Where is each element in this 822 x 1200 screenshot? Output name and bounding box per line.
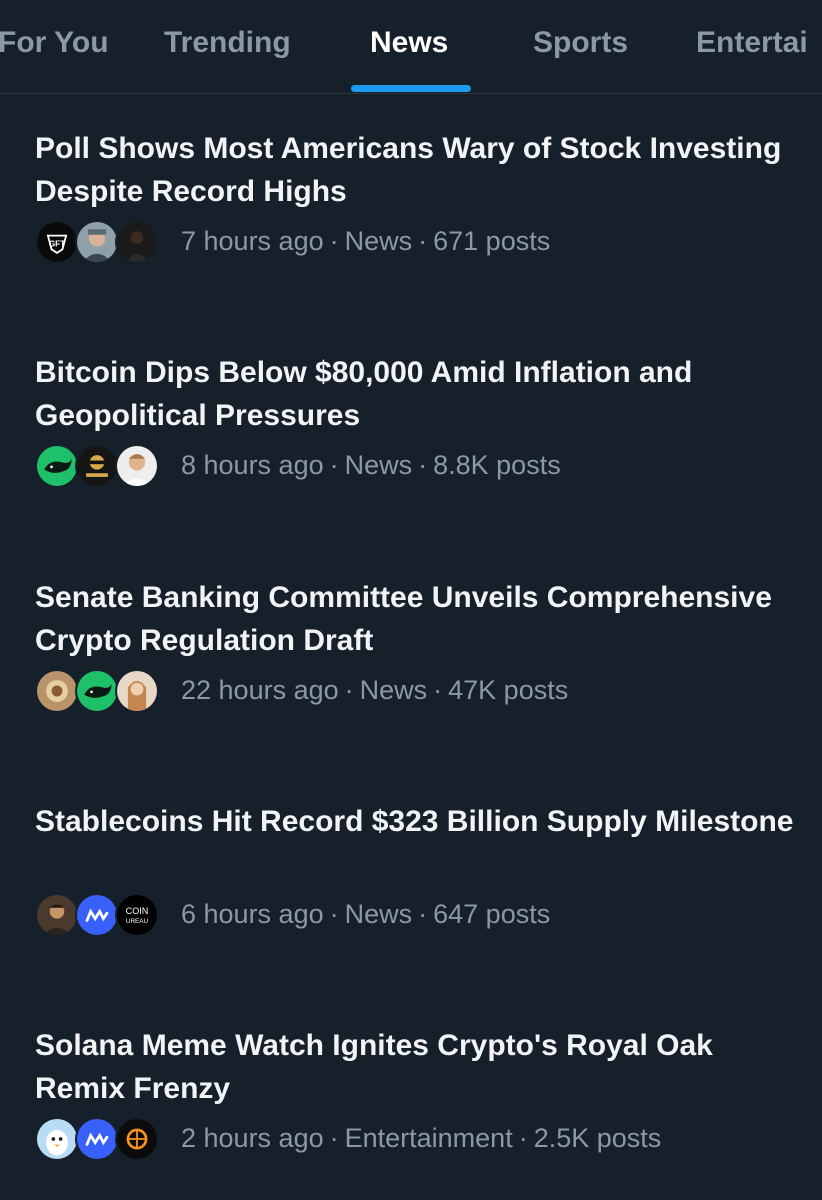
top-tab-bar: For You Trending News Sports Entertai [0, 0, 822, 94]
coinmarketcap-avatar [75, 893, 119, 937]
story-post-count: 2.5K posts [533, 1123, 662, 1153]
story-category: News [344, 899, 413, 929]
penguin-avatar [35, 1117, 79, 1161]
story-category: News [344, 226, 413, 256]
story-meta-text: 8 hours ago · News · 8.8K posts [181, 450, 561, 480]
story-time: 2 hours ago [181, 1123, 324, 1153]
story-headline: Poll Shows Most Americans Wary of Stock … [35, 132, 782, 208]
story-time: 7 hours ago [181, 226, 324, 256]
story-post-count: 671 posts [433, 226, 551, 256]
story-category: News [344, 450, 413, 480]
story-time: 6 hours ago [181, 899, 324, 929]
whale-green-avatar [35, 444, 79, 488]
avatar-stack [35, 1115, 165, 1163]
person-avatar [115, 669, 159, 713]
story-time: 8 hours ago [181, 450, 324, 480]
story-meta-text: 7 hours ago · News · 671 posts [181, 226, 551, 256]
person-avatar [35, 893, 79, 937]
gft-logo-text: GFT [49, 240, 65, 249]
tab-entertainment[interactable]: Entertai [696, 26, 808, 66]
story-meta: GFT 7 hours ago · News · 671 posts [35, 218, 550, 266]
active-tab-indicator [351, 85, 471, 92]
avatar-stack: COIN UREAU [35, 891, 165, 939]
story-meta: COIN UREAU 6 hours ago · News · 647 posts [35, 891, 550, 939]
person-dark-avatar [115, 220, 159, 264]
avatar-stack: GFT [35, 218, 165, 266]
coin-bureau-logo-line2: UREAU [126, 918, 149, 925]
tab-trending[interactable]: Trending [164, 26, 291, 66]
story-meta: 22 hours ago · News · 47K posts [35, 667, 568, 715]
story-meta: 8 hours ago · News · 8.8K posts [35, 442, 561, 490]
story-category: News [359, 675, 428, 705]
story-headline: Bitcoin Dips Below $80,000 Amid Inflatio… [35, 356, 693, 432]
story-headline: Senate Banking Committee Unveils Compreh… [35, 581, 772, 657]
story-headline: Stablecoins Hit Record $323 Billion Supp… [35, 805, 794, 838]
coin-bureau-logo-line1: COIN [126, 906, 149, 916]
news-story[interactable]: Poll Shows Most Americans Wary of Stock … [0, 100, 822, 324]
tab-news[interactable]: News [370, 26, 448, 66]
dark-logo-avatar [115, 1117, 159, 1161]
cartoon-avatar [75, 444, 119, 488]
avatar-stack [35, 667, 165, 715]
news-story[interactable]: Stablecoins Hit Record $323 Billion Supp… [0, 773, 822, 997]
story-meta-text: 2 hours ago · Entertainment · 2.5K posts [181, 1123, 662, 1153]
story-time: 22 hours ago [181, 675, 339, 705]
news-story[interactable]: Bitcoin Dips Below $80,000 Amid Inflatio… [0, 324, 822, 548]
person-avatar [115, 444, 159, 488]
news-story[interactable]: Senate Banking Committee Unveils Compreh… [0, 549, 822, 773]
person-avatar [75, 220, 119, 264]
avatar-stack [35, 442, 165, 490]
story-post-count: 47K posts [448, 675, 569, 705]
whale-green-avatar [75, 669, 119, 713]
story-meta-text: 22 hours ago · News · 47K posts [181, 675, 569, 705]
news-story[interactable]: Solana Meme Watch Ignites Crypto's Royal… [0, 997, 822, 1200]
story-post-count: 647 posts [433, 899, 551, 929]
tab-sports[interactable]: Sports [533, 26, 628, 66]
story-meta-text: 6 hours ago · News · 647 posts [181, 899, 551, 929]
story-post-count: 8.8K posts [433, 450, 561, 480]
tab-for-you[interactable]: For You [0, 26, 109, 66]
coin-bureau-avatar: COIN UREAU [115, 893, 159, 937]
story-headline: Solana Meme Watch Ignites Crypto's Royal… [35, 1029, 713, 1105]
story-category: Entertainment [344, 1123, 513, 1153]
gft-logo-avatar: GFT [35, 220, 79, 264]
story-meta: 2 hours ago · Entertainment · 2.5K posts [35, 1115, 661, 1163]
gold-logo-avatar [35, 669, 79, 713]
coinmarketcap-avatar [75, 1117, 119, 1161]
